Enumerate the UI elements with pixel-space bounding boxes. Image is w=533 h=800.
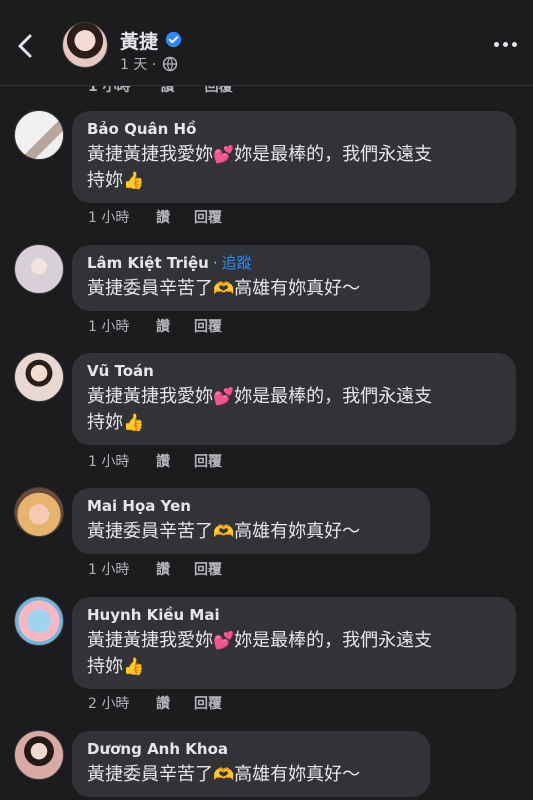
comment-text: 黃捷黃捷我愛妳💕妳是最棒的，我們永遠支 持妳👍: [87, 144, 433, 191]
comment-text: 黃捷委員辛苦了🫶高雄有妳真好～: [87, 521, 361, 542]
comments-screen: 黃捷 1 天 · 1 小時 讚 回覆 Bảo Quân Hồ 黃捷黃捷我愛妳💕妳…: [0, 0, 533, 800]
comment-actions: 1 小時 讚 回覆: [88, 559, 254, 579]
commenter-avatar[interactable]: [14, 244, 64, 294]
commenter-name[interactable]: Vũ Toán: [87, 361, 154, 381]
commenter-avatar[interactable]: [14, 730, 64, 780]
reply-button[interactable]: 回覆: [194, 693, 254, 713]
comment-text: 黃捷委員辛苦了🫶高雄有妳真好～: [87, 764, 361, 785]
reply-button[interactable]: 回覆: [194, 559, 254, 579]
author-name[interactable]: 黃捷: [120, 27, 158, 54]
two-hearts-emoji: 💕: [213, 631, 235, 651]
commenter-avatar[interactable]: [14, 110, 64, 160]
comment-actions: 1 小時 讚 回覆: [88, 316, 254, 336]
more-options-button[interactable]: [491, 36, 519, 52]
comment-time: 1 小時: [88, 562, 130, 578]
comment-actions: 1 小時 讚 回覆: [88, 207, 254, 227]
reply-button[interactable]: 回覆: [194, 451, 254, 471]
two-hearts-emoji: 💕: [213, 387, 235, 407]
commenter-name[interactable]: Lâm Kiệt Triệu: [87, 253, 209, 273]
commenter-avatar[interactable]: [14, 487, 64, 537]
heart-hands-emoji: 🫶: [213, 279, 235, 299]
like-button[interactable]: 讚: [156, 693, 194, 713]
comment-bubble: Huynh Kiều Mai 黃捷黃捷我愛妳💕妳是最棒的，我們永遠支 持妳👍: [72, 597, 516, 689]
comment-text: 黃捷黃捷我愛妳💕妳是最棒的，我們永遠支 持妳👍: [87, 630, 433, 677]
comment-bubble: Lâm Kiệt Triệu · 追蹤 黃捷委員辛苦了🫶高雄有妳真好～: [72, 245, 430, 311]
commenter-name[interactable]: Bảo Quân Hồ: [87, 119, 196, 139]
heart-hands-emoji: 🫶: [213, 522, 235, 542]
separator-dot: ·: [212, 254, 218, 272]
comment-bubble: Dương Anh Khoa 黃捷委員辛苦了🫶高雄有妳真好～: [72, 731, 430, 797]
verified-badge-icon: [165, 31, 182, 48]
comment-bubble: Vũ Toán 黃捷黃捷我愛妳💕妳是最棒的，我們永遠支 持妳👍: [72, 353, 516, 445]
post-header: 黃捷 1 天 ·: [0, 0, 533, 86]
comment-time: 1 小時: [88, 454, 130, 470]
commenter-name[interactable]: Mai Họa Yen: [87, 496, 191, 516]
comment-text: 黃捷黃捷我愛妳💕妳是最棒的，我們永遠支 持妳👍: [87, 386, 433, 433]
comment-time: 1 小時: [88, 210, 130, 226]
thumbs-up-emoji: 👍: [123, 413, 145, 433]
like-button[interactable]: 讚: [156, 316, 194, 336]
thumbs-up-emoji: 👍: [123, 657, 145, 677]
like-button[interactable]: 讚: [156, 451, 194, 471]
like-button[interactable]: 讚: [156, 559, 194, 579]
globe-icon: [163, 56, 178, 72]
heart-hands-emoji: 🫶: [213, 765, 235, 785]
comment-time: 2 小時: [88, 696, 130, 712]
reply-button[interactable]: 回覆: [194, 207, 254, 227]
chevron-left-icon: [18, 34, 32, 58]
comment-actions: 1 小時 讚 回覆: [88, 451, 254, 471]
like-button[interactable]: 讚: [156, 207, 194, 227]
more-horizontal-icon: [493, 41, 499, 47]
follow-link[interactable]: 追蹤: [222, 253, 252, 273]
post-meta: 1 天 ·: [120, 54, 178, 74]
comment-bubble: Mai Họa Yen 黃捷委員辛苦了🫶高雄有妳真好～: [72, 488, 430, 554]
two-hearts-emoji: 💕: [213, 145, 235, 165]
thumbs-up-emoji: 👍: [123, 171, 145, 191]
commenter-name[interactable]: Dương Anh Khoa: [87, 739, 228, 759]
commenter-avatar[interactable]: [14, 596, 64, 646]
comment-actions: 2 小時 讚 回覆: [88, 693, 254, 713]
comment-bubble: Bảo Quân Hồ 黃捷黃捷我愛妳💕妳是最棒的，我們永遠支 持妳👍: [72, 111, 516, 203]
back-button[interactable]: [10, 30, 42, 62]
author-avatar[interactable]: [62, 22, 108, 68]
commenter-name[interactable]: Huynh Kiều Mai: [87, 605, 220, 625]
commenter-avatar[interactable]: [14, 352, 64, 402]
comment-text: 黃捷委員辛苦了🫶高雄有妳真好～: [87, 278, 361, 299]
comment-time: 1 小時: [88, 319, 130, 335]
post-time: 1 天 ·: [120, 57, 157, 73]
reply-button[interactable]: 回覆: [194, 316, 254, 336]
